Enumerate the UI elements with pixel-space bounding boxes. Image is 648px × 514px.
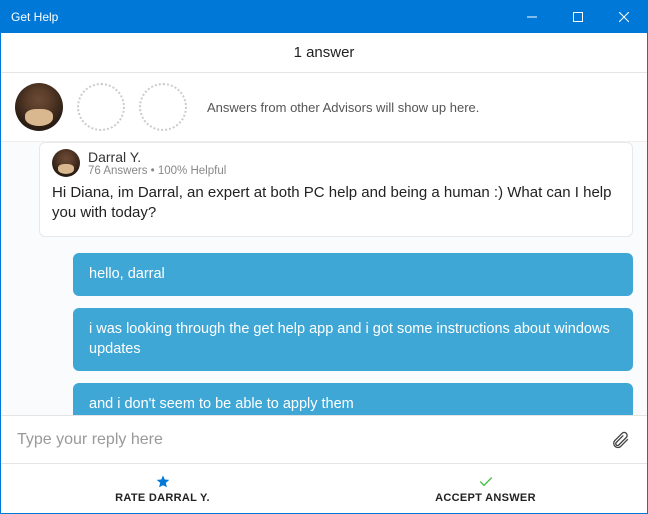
action-bar: RATE DARRAL Y. ACCEPT ANSWER	[1, 463, 647, 513]
advisor-slot-empty	[139, 83, 187, 131]
window-title: Get Help	[11, 10, 58, 24]
advisor-avatar[interactable]	[15, 83, 63, 131]
rate-button[interactable]: RATE DARRAL Y.	[1, 464, 324, 513]
advisor-name: Darral Y.	[88, 149, 226, 165]
reply-input[interactable]	[17, 431, 609, 449]
advisor-message-text: Hi Diana, im Darral, an expert at both P…	[52, 183, 620, 224]
titlebar: Get Help	[1, 1, 647, 33]
attach-button[interactable]	[609, 429, 631, 451]
chat-scroll[interactable]: Darral Y. 76 Answers • 100% Helpful Hi D…	[1, 142, 647, 415]
answer-count-header: 1 answer	[1, 33, 647, 73]
maximize-button[interactable]	[555, 1, 601, 33]
star-icon	[155, 474, 171, 490]
user-message-text: i was looking through the get help app a…	[89, 321, 610, 357]
paperclip-icon	[610, 430, 630, 450]
user-message-text: hello, darral	[89, 266, 165, 282]
user-message: and i don't seem to be able to apply the…	[73, 383, 633, 415]
advisor-avatar-small	[52, 149, 80, 177]
user-message-text: and i don't seem to be able to apply the…	[89, 396, 354, 412]
user-message: hello, darral	[73, 253, 633, 297]
advisors-strip: Answers from other Advisors will show up…	[1, 73, 647, 142]
user-message: i was looking through the get help app a…	[73, 308, 633, 371]
answer-count: 1 answer	[294, 44, 355, 61]
advisors-hint: Answers from other Advisors will show up…	[207, 100, 479, 115]
check-icon	[478, 474, 494, 490]
accept-button[interactable]: ACCEPT ANSWER	[324, 464, 647, 513]
accept-label: ACCEPT ANSWER	[435, 492, 536, 504]
minimize-button[interactable]	[509, 1, 555, 33]
advisor-message-card: Darral Y. 76 Answers • 100% Helpful Hi D…	[39, 142, 633, 237]
advisor-slot-empty	[77, 83, 125, 131]
compose-bar	[1, 415, 647, 463]
advisor-meta: 76 Answers • 100% Helpful	[88, 165, 226, 177]
rate-label: RATE DARRAL Y.	[115, 492, 210, 504]
close-button[interactable]	[601, 1, 647, 33]
